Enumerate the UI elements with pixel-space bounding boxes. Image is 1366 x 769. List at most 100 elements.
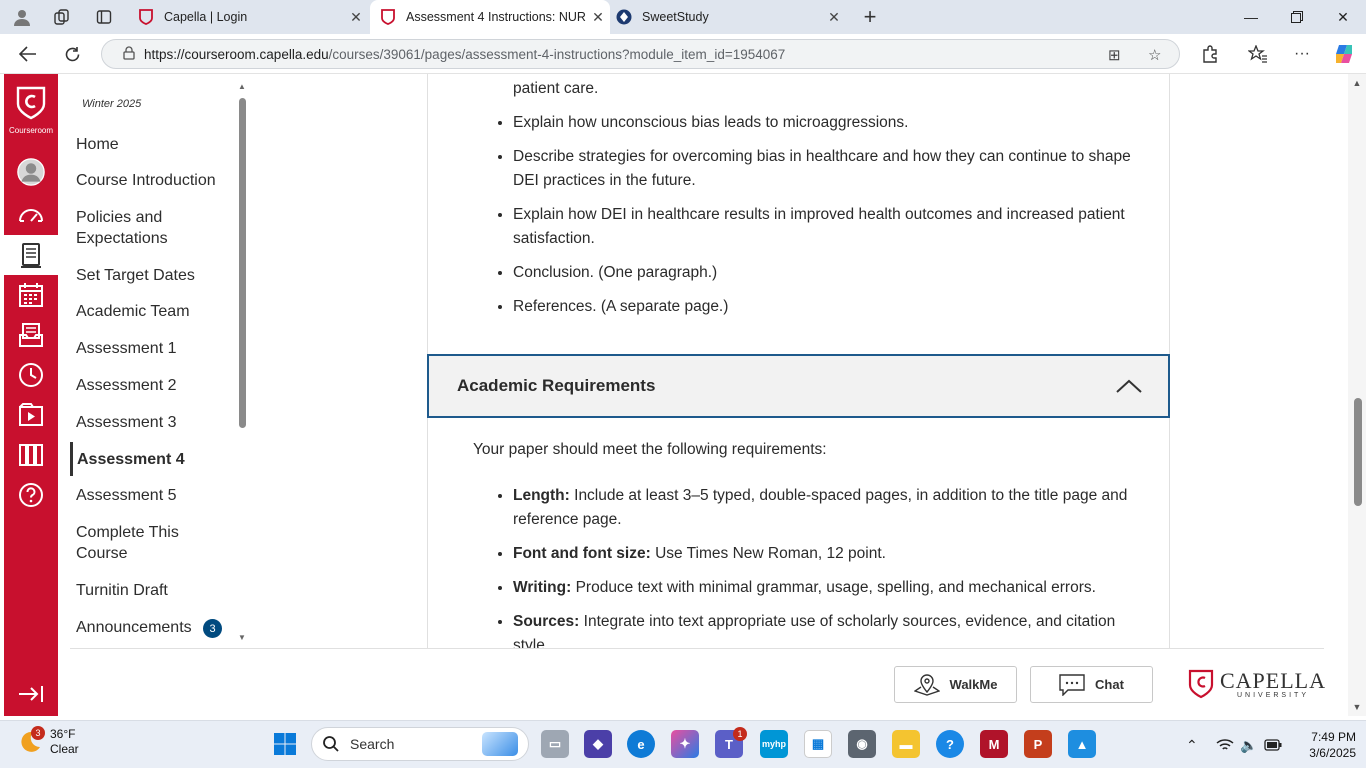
list-item: Conclusion. (One paragraph.) — [513, 261, 1133, 285]
course-nav-turnitin-draft[interactable]: Turnitin Draft — [76, 580, 226, 601]
scroll-up-icon[interactable]: ▲ — [1348, 78, 1366, 88]
search-placeholder: Search — [350, 736, 395, 752]
weather-badge: 3 — [31, 726, 45, 740]
course-nav-assessment-2[interactable]: Assessment 2 — [76, 375, 226, 396]
browser-toolbar: https://courseroom.capella.edu/courses/3… — [0, 34, 1366, 74]
store-icon[interactable]: ▦ — [804, 730, 832, 758]
course-nav-complete-this-course[interactable]: Complete This Course — [76, 522, 226, 564]
collapse-arrow-icon — [19, 686, 43, 702]
profile-icon[interactable] — [12, 7, 32, 27]
system-clock[interactable]: 7:49 PM 3/6/2025 — [1290, 729, 1356, 761]
help-icon — [19, 483, 43, 507]
copilot-icon[interactable] — [1332, 42, 1356, 66]
camera-icon[interactable]: ◉ — [848, 730, 876, 758]
new-tab-icon[interactable]: + — [860, 4, 880, 29]
minimize-icon[interactable]: — — [1228, 0, 1274, 34]
academic-requirements-accordion[interactable]: Academic Requirements — [427, 354, 1170, 418]
course-nav-assessment-4[interactable]: Assessment 4 — [77, 449, 227, 470]
battery-icon[interactable] — [1264, 721, 1282, 769]
powerpoint-icon[interactable]: P — [1024, 730, 1052, 758]
rail-calendar[interactable] — [4, 275, 58, 315]
volume-icon[interactable]: 🔈 — [1240, 721, 1257, 769]
chat-button[interactable]: Chat — [1030, 666, 1153, 703]
course-nav-assessment-5[interactable]: Assessment 5 — [76, 485, 226, 506]
rail-help[interactable] — [4, 475, 58, 515]
close-window-icon[interactable]: ✕ — [1320, 0, 1366, 34]
walkme-button[interactable]: WalkMe — [894, 666, 1017, 703]
scroll-down-icon[interactable]: ▼ — [237, 633, 247, 642]
rail-account[interactable] — [4, 152, 58, 192]
course-nav-assessment-1[interactable]: Assessment 1 — [76, 338, 226, 359]
rail-courses[interactable] — [4, 235, 58, 275]
extensions-icon[interactable] — [1198, 42, 1222, 66]
profile-icon — [17, 158, 45, 186]
sweetstudy-favicon-icon — [616, 9, 632, 25]
requirement-text: Integrate into text appropriate use of s… — [513, 613, 1116, 648]
list-item: Writing: Produce text with minimal gramm… — [513, 576, 1133, 600]
outline-list: Explain how unconscious bias leads to mi… — [513, 111, 1133, 329]
capella-university-logo[interactable]: CAPELLA UNIVERSITY — [1188, 669, 1326, 699]
app-available-icon[interactable]: ⊞ — [1108, 40, 1121, 70]
close-tab-icon[interactable]: ✕ — [344, 9, 368, 26]
scroll-thumb[interactable] — [239, 98, 246, 428]
back-icon[interactable] — [16, 42, 40, 66]
rail-inbox[interactable] — [4, 315, 58, 355]
requirement-label: Font and font size: — [513, 545, 651, 562]
scroll-up-icon[interactable]: ▲ — [237, 82, 247, 91]
help-app-icon[interactable]: ? — [936, 730, 964, 758]
close-tab-icon[interactable]: ✕ — [822, 9, 846, 26]
photos-icon[interactable]: ▲ — [1068, 730, 1096, 758]
course-nav-set-target-dates[interactable]: Set Target Dates — [76, 265, 226, 286]
courseroom-logo[interactable]: Courseroom — [4, 74, 58, 150]
myhp-icon[interactable]: myhp — [760, 730, 788, 758]
course-nav-assessment-3[interactable]: Assessment 3 — [76, 412, 226, 433]
rail-media[interactable] — [4, 395, 58, 435]
scroll-thumb[interactable] — [1354, 398, 1362, 506]
requirements-intro: Your paper should meet the following req… — [473, 441, 827, 458]
scroll-down-icon[interactable]: ▼ — [1348, 702, 1366, 712]
rail-library[interactable] — [4, 435, 58, 475]
copilot-app-icon[interactable]: ✦ — [671, 730, 699, 758]
accordion-title: Academic Requirements — [457, 376, 656, 395]
tab-capella-login[interactable]: Capella | Login ✕ — [128, 0, 368, 34]
tab-assessment-4[interactable]: Assessment 4 Instructions: NURS- ✕ — [370, 0, 610, 34]
mcafee-icon[interactable]: M — [980, 730, 1008, 758]
rail-history[interactable] — [4, 355, 58, 395]
tab-actions-icon[interactable] — [94, 7, 114, 27]
file-explorer-icon[interactable]: ▬ — [892, 730, 920, 758]
page-scrollbar[interactable]: ▲ ▼ — [1348, 74, 1366, 716]
show-hidden-icons[interactable]: ⌃ — [1186, 721, 1198, 769]
requirement-text: Use Times New Roman, 12 point. — [650, 545, 886, 562]
workspaces-icon[interactable] — [52, 7, 72, 27]
windows-taskbar: 3 36°F Clear Search ▭ ◆ e ✦ T 1 myhp ▦ ◉… — [0, 720, 1366, 768]
favorites-icon[interactable] — [1246, 42, 1270, 66]
refresh-icon[interactable] — [60, 42, 84, 66]
course-nav-home[interactable]: Home — [76, 134, 226, 155]
dashboard-icon — [19, 209, 43, 222]
favorite-star-icon[interactable]: ☆ — [1148, 40, 1161, 70]
search-icon — [323, 736, 339, 752]
course-nav-policies[interactable]: Policies and Expectations — [76, 207, 226, 249]
lock-icon[interactable] — [114, 45, 144, 63]
widget-app-icon[interactable]: ◆ — [584, 730, 612, 758]
more-options-icon[interactable]: ··· — [1290, 42, 1314, 66]
weather-widget[interactable]: 3 36°F Clear — [16, 726, 79, 757]
library-icon — [19, 444, 43, 466]
chevron-up-icon[interactable] — [1116, 374, 1142, 400]
rail-dashboard[interactable] — [4, 195, 58, 235]
restore-icon[interactable] — [1274, 0, 1320, 34]
collapse-nav-button[interactable] — [4, 672, 58, 716]
course-nav-course-introduction[interactable]: Course Introduction — [76, 170, 226, 191]
tab-sweetstudy[interactable]: SweetStudy ✕ — [606, 0, 846, 34]
start-icon[interactable] — [271, 730, 299, 758]
address-bar[interactable]: https://courseroom.capella.edu/courses/3… — [101, 39, 1180, 69]
course-nav-academic-team[interactable]: Academic Team — [76, 301, 226, 322]
requirement-label: Writing: — [513, 579, 572, 596]
tab-title: SweetStudy — [642, 10, 709, 24]
edge-icon[interactable]: e — [627, 730, 655, 758]
task-view-icon[interactable]: ▭ — [541, 730, 569, 758]
list-item: Describe strategies for overcoming bias … — [513, 145, 1133, 193]
course-nav-scrollbar[interactable]: ▲ ▼ — [237, 82, 247, 642]
wifi-icon[interactable] — [1216, 721, 1234, 769]
taskbar-search[interactable]: Search — [311, 727, 529, 761]
